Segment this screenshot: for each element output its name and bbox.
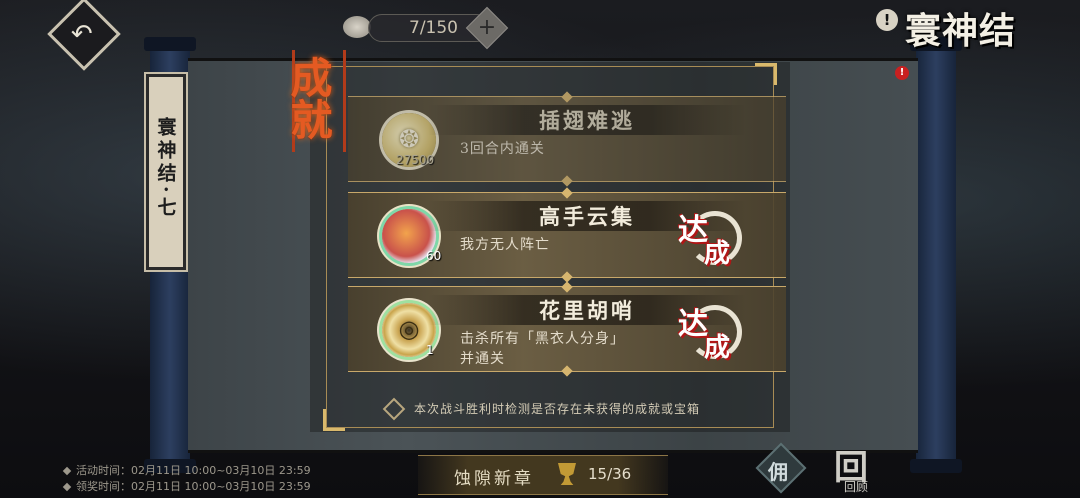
coin-icon [343,16,371,38]
activity-time: 活动时间：02月11日 10:00~03月10日 23:59 [62,462,311,478]
achievement-card[interactable]: 60 高手云集 我方无人阵亡 达 成 [348,187,786,283]
review-label: 回顾 [844,480,869,494]
info-icon[interactable]: ! [876,9,898,31]
description-line: 并通关 [460,351,505,367]
trophy-icon [558,463,576,485]
scroll-rod-right [910,37,962,473]
reward-count: 27500 [396,153,435,167]
back-arrow-icon: ↶ [70,19,93,50]
notification-badge: ! [895,66,909,80]
achievement-card[interactable]: ❂ 27500 插翅难逃 3回合内通关 [348,91,786,187]
description-line: 击杀所有「黑衣人分身」 [460,331,625,347]
claim-time-text: 领奖时间：02月11日 10:00~03月10日 23:59 [76,480,311,493]
stamp-char-2: 成 [704,333,731,363]
counter-text: 7/150 [409,18,458,38]
companion-label: 佣 [768,460,788,484]
review-button[interactable]: 回 回顾 [826,440,884,496]
progress-label: 蚀隙新章 [454,469,534,489]
rod-cap [910,459,962,473]
frame-corner [323,409,345,431]
bullet-icon [62,466,72,476]
progress-value: 15/36 [588,465,632,483]
stamp-char-2: 成 [704,239,731,269]
reward-count: 60 [426,249,442,263]
plus-icon: + [477,15,497,40]
claim-time: 领奖时间：02月11日 10:00~03月10日 23:59 [62,478,311,494]
achievement-title: 插翅难逃 [428,105,746,135]
reward-count: 1 [426,343,434,357]
completed-stamp: 达 成 [678,297,742,363]
completed-stamp: 达 成 [678,203,742,269]
chapter-tag-label: 寰神结·七 [154,117,177,220]
achievement-description: 3回合内通关 [460,141,545,157]
rod-cap [144,37,196,51]
achievement-description: 击杀所有「黑衣人分身」 并通关 [460,329,625,369]
footer-note-text: 本次战斗胜利时检测是否存在未获得的成就或宝箱 [414,402,701,416]
chapter-progress[interactable]: 蚀隙新章 15/36 [418,455,668,495]
chapter-tag: 寰神结·七 [146,74,186,270]
achievement-description: 我方无人阵亡 [460,237,550,253]
bullet-icon [62,482,72,492]
event-title: 寰神结 [905,10,1017,52]
diamond-checkbox[interactable] [382,397,406,420]
achievement-card[interactable]: ◎ 1 花里胡哨 击杀所有「黑衣人分身」 并通关 达 成 [348,281,786,377]
frame-corner [755,63,777,85]
dialog-footer-note: 本次战斗胜利时检测是否存在未获得的成就或宝箱 [382,397,701,420]
companion-button[interactable]: 佣 [753,442,811,494]
activity-time-text: 活动时间：02月11日 10:00~03月10日 23:59 [76,464,311,477]
seal-title: 成就 [284,56,333,140]
